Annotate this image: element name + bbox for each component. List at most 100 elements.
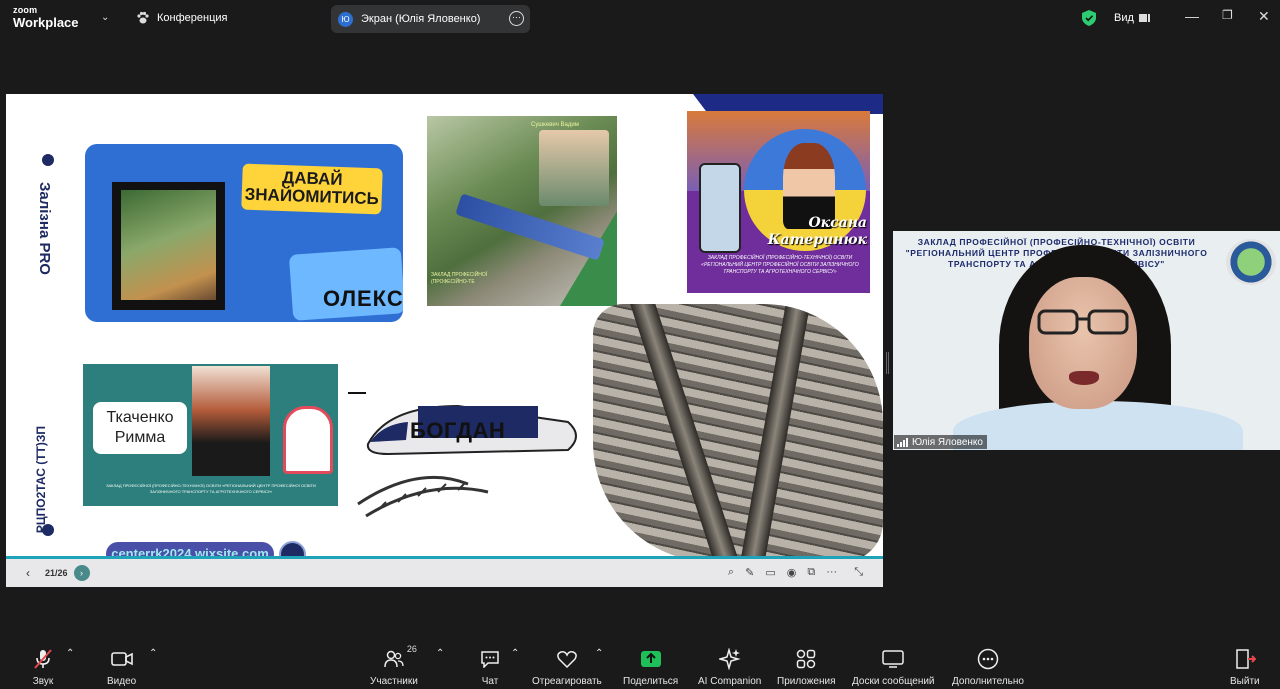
audio-button[interactable]: Звук bbox=[32, 648, 54, 687]
leave-icon bbox=[1234, 648, 1256, 670]
card-name-line-2: Римма bbox=[114, 429, 166, 446]
subtitles-icon[interactable]: ▭ bbox=[765, 566, 775, 579]
bullet-dot bbox=[42, 524, 54, 536]
logo-bottom-text: Workplace bbox=[13, 15, 79, 30]
react-button[interactable]: Отреагировать bbox=[532, 648, 602, 687]
bullet-dot bbox=[42, 154, 54, 166]
participant-name: Юлія Яловенко bbox=[912, 437, 983, 448]
apps-label: Приложения bbox=[777, 676, 836, 687]
share-button[interactable]: Поделиться bbox=[623, 648, 678, 687]
zoom-window: zoom Workplace ⌄ Конференция Ю Экран (Юл… bbox=[0, 0, 1280, 689]
more-label: Дополнительно bbox=[952, 676, 1024, 687]
share-screen-icon bbox=[640, 648, 662, 670]
participant-mouth bbox=[1069, 371, 1099, 385]
shield-icon[interactable] bbox=[1082, 10, 1096, 26]
slide-vertical-subtitle: РЦПО2ТАС (ТТ)ЗП bbox=[34, 426, 48, 534]
whiteboards-label: Доски сообщений bbox=[852, 676, 935, 687]
ai-companion-button[interactable]: AI Companion bbox=[698, 648, 761, 687]
participants-options-chevron[interactable]: ⌃ bbox=[436, 648, 444, 659]
portrait-photo bbox=[539, 130, 609, 206]
card-name: Сушкевич Вадим bbox=[531, 122, 579, 128]
view-label: Вид bbox=[1114, 12, 1134, 24]
more-button[interactable]: Дополнительно bbox=[952, 648, 1024, 687]
participant-name-tag: Юлія Яловенко bbox=[894, 435, 987, 449]
more-icon[interactable]: ··· bbox=[826, 566, 837, 579]
card-name-line-1: Ткаченко bbox=[106, 409, 174, 426]
intro-card-oleks: ДАВАЙ ЗНАЙОМИТИСЬ ОЛЕКС bbox=[85, 144, 403, 322]
zoom-icon[interactable]: ⌕ bbox=[728, 566, 734, 579]
restore-icon[interactable]: ❐ bbox=[1222, 8, 1233, 22]
paw-icon bbox=[137, 11, 149, 24]
audio-label: Звук bbox=[32, 676, 54, 687]
minimize-icon[interactable]: — bbox=[1185, 8, 1199, 24]
more-options-icon[interactable]: ··· bbox=[509, 11, 524, 26]
participants-button[interactable]: 26 Участники bbox=[370, 644, 418, 687]
chat-label: Чат bbox=[481, 676, 499, 687]
pen-icon[interactable]: ✎ bbox=[745, 566, 754, 579]
chat-button[interactable]: Чат bbox=[479, 648, 501, 687]
participant-face bbox=[1029, 277, 1137, 409]
card-caption: ЗАКЛАД ПРОФЕСІЙНОЇ (ПРОФЕСІЙНО-ТЕХНІЧНОЇ… bbox=[106, 483, 316, 494]
react-label: Отреагировать bbox=[532, 676, 602, 687]
view-layout-icon bbox=[1138, 14, 1150, 22]
intro-sticker: ДАВАЙ ЗНАЙОМИТИСЬ bbox=[241, 163, 383, 215]
child-photo bbox=[121, 190, 216, 300]
broadcast-icon[interactable]: ◉ bbox=[787, 566, 797, 579]
heart-icon bbox=[556, 648, 578, 670]
more-icon bbox=[977, 648, 999, 670]
meeting-title: Конференция bbox=[157, 12, 228, 24]
previous-slide-icon[interactable]: ‹ bbox=[26, 566, 30, 580]
participants-label: Участники bbox=[370, 676, 418, 687]
shared-screen-slide[interactable]: Залізна PRO РЦПО2ТАС (ТТ)ЗП ДАВАЙ ЗНАЙОМ… bbox=[6, 94, 883, 562]
slide-tools: ⌕ ✎ ▭ ◉ ⧉ ··· ⤡ bbox=[728, 566, 863, 579]
card-name: Оксана Катеринюк bbox=[749, 215, 867, 249]
card-caption: ЗАКЛАД ПРОФЕСІЙНОЇ (ПРОФЕСІЙНО-ТЕХНІЧНОЇ… bbox=[701, 255, 859, 275]
whiteboards-button[interactable]: Доски сообщений bbox=[852, 648, 935, 687]
card-caption: ЗАКЛАД ПРОФЕСІЙНОЇ (ПРОФЕСІЙНО-ТЕ bbox=[431, 272, 488, 285]
next-slide-icon[interactable]: › bbox=[73, 565, 90, 581]
apps-button[interactable]: Приложения bbox=[777, 648, 836, 687]
meeting-info[interactable]: Конференция bbox=[136, 11, 227, 25]
signal-icon bbox=[897, 438, 908, 447]
participant-video-tile[interactable]: ЗАКЛАД ПРОФЕСІЙНОЇ (ПРОФЕСІЙНО-ТЕХНІЧНОЇ… bbox=[893, 231, 1280, 450]
train-sketch bbox=[348, 392, 577, 518]
intro-card-oksana: Оксана Катеринюк ЗАКЛАД ПРОФЕСІЙНОЇ (ПРО… bbox=[687, 111, 870, 293]
participants-icon: 26 bbox=[383, 644, 417, 670]
fullscreen-icon[interactable]: ⤡ bbox=[854, 566, 863, 579]
video-options-chevron[interactable]: ⌃ bbox=[149, 648, 157, 659]
present-icon[interactable]: ⧉ bbox=[807, 566, 815, 579]
card-name-line-2: Катеринюк bbox=[767, 232, 867, 248]
sharer-avatar: Ю bbox=[338, 11, 353, 27]
organization-logo bbox=[1226, 239, 1276, 285]
chat-icon bbox=[479, 648, 501, 670]
railway-tracks-photo bbox=[593, 304, 883, 562]
audio-options-chevron[interactable]: ⌃ bbox=[66, 648, 74, 659]
muted-mic-icon bbox=[32, 648, 54, 670]
slide-vertical-title: Залізна PRO bbox=[36, 182, 53, 275]
chevron-down-icon[interactable]: ⌄ bbox=[101, 12, 109, 23]
participant-shirt bbox=[953, 401, 1243, 450]
video-button[interactable]: Видео bbox=[107, 648, 136, 687]
camera-icon bbox=[110, 648, 133, 670]
card-name: Ткаченко Римма bbox=[93, 402, 187, 454]
view-button[interactable]: Вид bbox=[1114, 12, 1151, 24]
close-icon[interactable]: ✕ bbox=[1258, 8, 1270, 25]
video-label: Видео bbox=[107, 676, 137, 687]
train-illustration bbox=[283, 406, 333, 474]
participants-count: 26 bbox=[406, 644, 417, 654]
leave-label: Выйти bbox=[1230, 676, 1260, 687]
zoom-logo[interactable]: zoom Workplace bbox=[13, 6, 79, 30]
share-label: Поделиться bbox=[623, 676, 679, 687]
screen-share-indicator[interactable]: Ю Экран (Юлія Яловенко) ··· bbox=[331, 5, 530, 33]
sparkle-icon bbox=[718, 648, 741, 670]
leave-button[interactable]: Выйти bbox=[1230, 648, 1260, 687]
meeting-toolbar: Звук ⌃ Видео ⌃ 26 Участники ⌃ Чат ⌃ Отре… bbox=[0, 640, 1280, 689]
apps-icon bbox=[795, 648, 817, 670]
react-options-chevron[interactable]: ⌃ bbox=[595, 648, 603, 659]
portrait-photo bbox=[192, 366, 270, 476]
glasses bbox=[1037, 309, 1129, 335]
panel-splitter[interactable] bbox=[886, 352, 889, 374]
rail-line bbox=[735, 304, 815, 562]
chat-options-chevron[interactable]: ⌃ bbox=[511, 648, 519, 659]
card-name: БОГДАН bbox=[410, 418, 506, 443]
